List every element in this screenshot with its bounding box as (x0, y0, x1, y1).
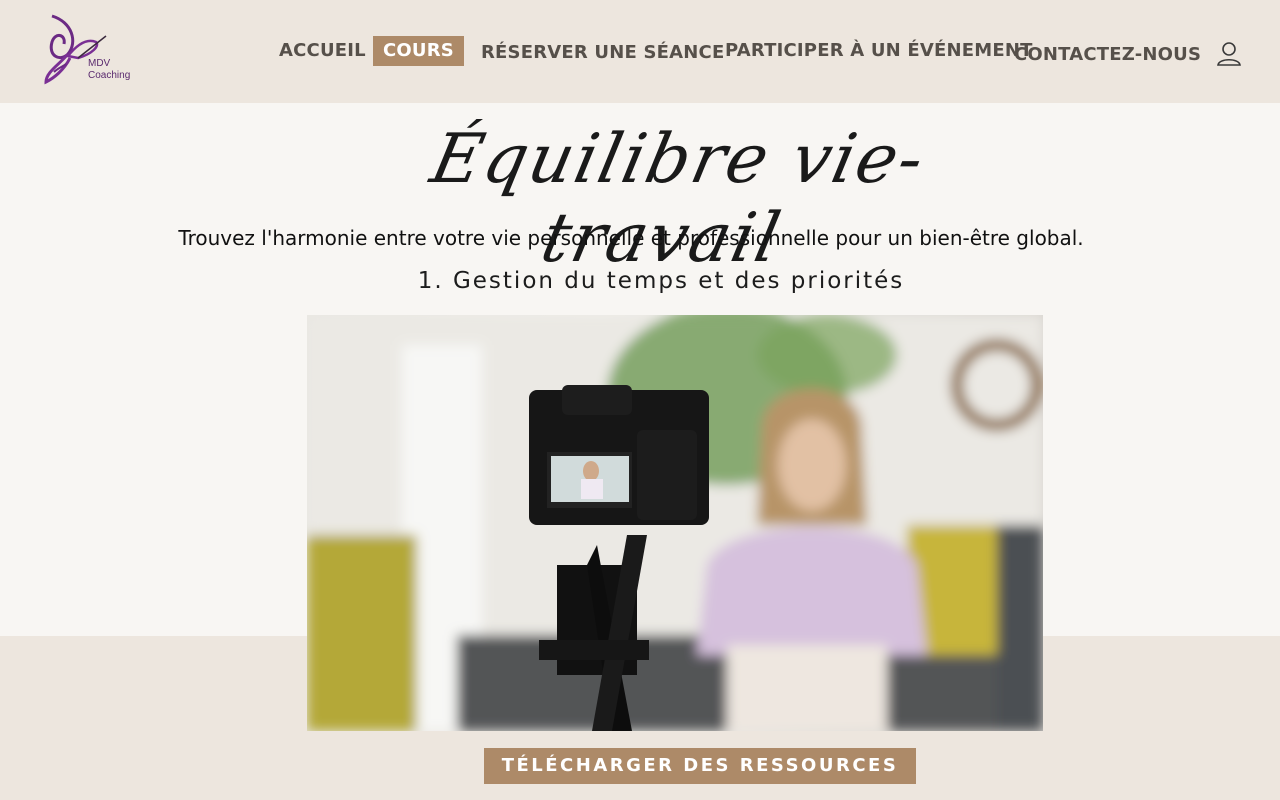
download-resources-button[interactable]: TÉLÉCHARGER DES RESSOURCES (484, 748, 916, 784)
page-subtitle: Trouvez l'harmonie entre votre vie perso… (178, 226, 1084, 250)
nav-participer-evenement[interactable]: PARTICIPER À UN ÉVÉNEMENT (725, 36, 1033, 66)
course-video[interactable] (307, 315, 1043, 731)
nav-contactez-nous[interactable]: CONTACTEZ-NOUS (1014, 40, 1201, 70)
logo-text-coaching: Coaching (88, 70, 131, 81)
user-icon[interactable] (1216, 40, 1242, 68)
section-title: 1. Gestion du temps et des priorités (417, 268, 905, 294)
page-title: Équilibre vie-travail (340, 100, 1000, 278)
nav-reserver-une-seance[interactable]: RÉSERVER UNE SÉANCE (481, 38, 724, 68)
site-header: MDV Coaching ACCUEIL COURS RÉSERVER UNE … (0, 0, 1280, 103)
nav-accueil[interactable]: ACCUEIL (279, 36, 366, 66)
nav-cours[interactable]: COURS (373, 36, 464, 66)
mdv-coaching-logo[interactable]: MDV Coaching (42, 12, 142, 88)
logo-text: MDV Coaching (88, 58, 130, 82)
video-thumbnail (307, 315, 1043, 731)
page-title-text: Équilibre vie-travail (424, 120, 933, 278)
logo-text-mdv: MDV (88, 58, 111, 69)
